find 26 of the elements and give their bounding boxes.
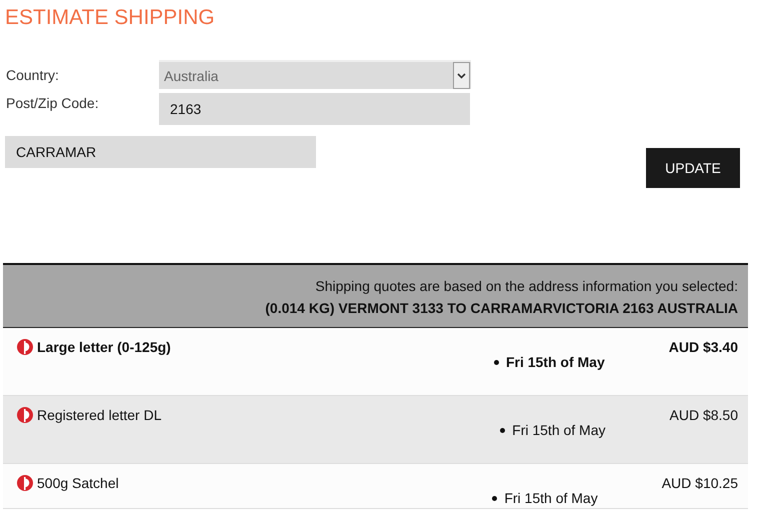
post-logo-icon [17,339,33,355]
service-name: 500g Satchel [37,475,119,491]
quotes-note: Shipping quotes are based on the address information you selected: [315,278,738,294]
country-dropdown[interactable]: Australia [159,60,471,89]
bullet-icon [492,496,498,500]
postcode-label: Post/Zip Code: [5,95,100,111]
caret-icon[interactable] [453,62,470,89]
page-title: ESTIMATE SHIPPING [5,5,215,31]
post-logo-icon [17,407,33,423]
service-name: Large letter (0-125g) [37,339,171,355]
suburb-field[interactable]: CARRAMAR [5,136,316,168]
bullet-icon [500,428,506,432]
quote-price: AUD $8.50 [670,407,738,423]
delivery-date: Fri 15th of May [504,490,598,506]
route-summary: (0.014 KG) VERMONT 3133 TO CARRAMARVICTORIA 2163 AUSTRALIA [265,300,738,316]
country-label: Country: [5,67,60,83]
post-logo-icon [17,475,33,491]
delivery-date: Fri 15th of May [512,422,606,438]
service-name: Registered letter DL [37,407,162,423]
postcode-field[interactable]: 2163 [159,93,470,125]
quote-price: AUD $10.25 [662,475,738,491]
quote-price: AUD $3.40 [668,339,738,355]
bullet-icon [494,360,499,364]
quote-row[interactable]: Registered letter DL Fri 15th of May AUD $8.50 [3,396,748,464]
delivery-date: Fri 15th of May [506,354,605,370]
update-button[interactable]: UPDATE [646,148,740,188]
